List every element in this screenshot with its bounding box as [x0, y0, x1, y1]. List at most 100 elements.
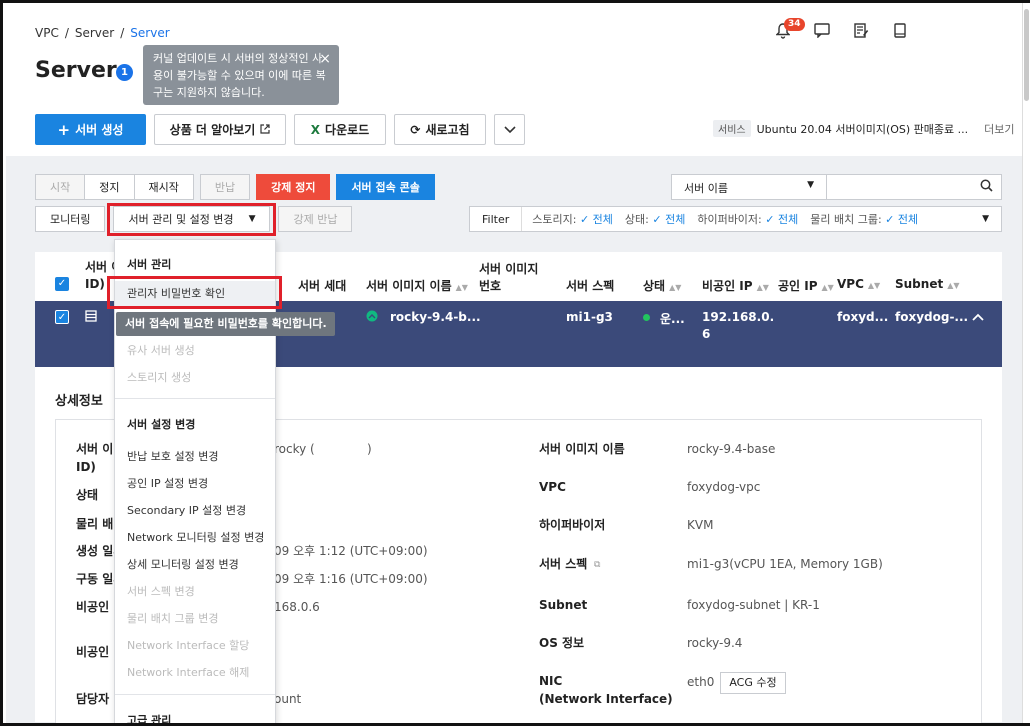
bell-icon[interactable]: 34 [773, 18, 805, 43]
excel-icon: X [310, 122, 321, 137]
filter-hypervisor-value: 전체 [777, 213, 799, 226]
notice-text[interactable]: Ubuntu 20.04 서버이미지(OS) 판매종료 ... [757, 121, 969, 137]
edit-note-icon[interactable] [851, 23, 871, 43]
breadcrumb-vpc[interactable]: VPC [35, 26, 59, 40]
page-title: Server [35, 58, 117, 83]
select-all-checkbox[interactable]: ✓ [55, 277, 69, 291]
menu-item-similar-server[interactable]: 유사 서버 생성 [127, 342, 195, 358]
download-button[interactable]: X 다운로드 [294, 114, 386, 145]
notice-more-link[interactable]: 더보기 [984, 121, 1014, 137]
close-icon[interactable]: × [319, 51, 331, 68]
col-server-gen[interactable]: 서버 세대 [298, 277, 346, 294]
sort-icon[interactable]: ▲▼ [669, 283, 681, 292]
main-toolbar: + 서버 생성 상품 더 알아보기 X 다운로드 ⟳ 새로고침 [35, 114, 525, 145]
menu-item-public-ip[interactable]: 공인 IP 설정 변경 [127, 475, 208, 491]
col-server-spec[interactable]: 서버 스펙 [566, 277, 614, 294]
menu-item-return-protect[interactable]: 반납 보호 설정 변경 [127, 448, 218, 464]
col-public-ip[interactable]: 공인 IP ▲▼ [778, 277, 834, 294]
return-button[interactable]: 반납 [199, 174, 251, 200]
detail-nic-label-1: NIC [539, 674, 563, 688]
book-icon[interactable] [890, 23, 910, 43]
refresh-button[interactable]: ⟳ 새로고침 [394, 114, 486, 145]
menu-item-nic-assign[interactable]: Network Interface 할당 [127, 637, 249, 653]
learn-more-button[interactable]: 상품 더 알아보기 [154, 114, 286, 145]
check-icon: ✓ [652, 213, 662, 226]
sort-icon[interactable]: ▲▼ [757, 283, 769, 292]
nic-name: eth0 [687, 675, 715, 689]
create-server-button[interactable]: + 서버 생성 [35, 114, 146, 145]
row-checkbox[interactable]: ✓ [55, 310, 69, 324]
col-vpc[interactable]: VPC ▲▼ [837, 277, 880, 291]
col-server-image[interactable]: 서버 이미지 이름 ▲▼ [366, 277, 468, 294]
menu-item-create-storage[interactable]: 스토리지 생성 [127, 369, 191, 385]
filter-status[interactable]: 상태: ✓ 전체 [625, 211, 685, 227]
sort-icon[interactable]: ▲▼ [868, 281, 880, 290]
os-logo-icon [366, 310, 378, 325]
filter-hypervisor[interactable]: 하이퍼바이저: ✓ 전체 [697, 211, 798, 227]
detail-image-value: rocky-9.4-base [687, 442, 776, 456]
sort-icon[interactable]: ▲▼ [822, 283, 834, 292]
caret-down-icon[interactable]: ▼ [982, 214, 989, 224]
menu-item-network-monitor[interactable]: Network 모니터링 설정 변경 [127, 529, 264, 545]
sort-icon[interactable]: ▲▼ [947, 281, 959, 290]
sort-icon[interactable]: ▲▼ [456, 283, 468, 292]
detail-private-ip-label: 비공인 I [76, 600, 118, 614]
info-count-badge[interactable]: 1 [116, 64, 133, 81]
manage-highlight-box [107, 203, 276, 236]
notice-tag: 서비스 [713, 120, 751, 137]
status-running-icon [643, 310, 650, 324]
menu-item-placement-change[interactable]: 물리 배치 그룹 변경 [127, 610, 218, 626]
breadcrumb: VPC / Server / Server [35, 26, 170, 40]
col-status-label: 상태 [643, 279, 666, 293]
col-private-ip[interactable]: 비공인 IP ▲▼ [702, 277, 769, 294]
menu-section-settings: 서버 설정 변경 [127, 418, 196, 431]
start-button[interactable]: 시작 [35, 174, 86, 200]
menu-item-spec-change[interactable]: 서버 스펙 변경 [127, 583, 195, 599]
col-status[interactable]: 상태 ▲▼ [643, 277, 681, 294]
server-icon [85, 310, 97, 325]
power-action-group: 시작 정지 재시작 반납 강제 정지 서버 접속 콘솔 [35, 174, 435, 200]
filter-items: 스토리지: ✓ 전체 상태: ✓ 전체 하이퍼바이저: ✓ 전체 물리 배치 그… [522, 211, 918, 227]
filter-bar[interactable]: Filter 스토리지: ✓ 전체 상태: ✓ 전체 하이퍼바이저: ✓ 전체 … [469, 206, 1002, 232]
detail-created-value: 09 오후 1:12 (UTC+09:00) [274, 544, 428, 558]
stop-button[interactable]: 정지 [84, 174, 135, 200]
filter-placement-label: 물리 배치 그룹: [810, 213, 882, 226]
scrollbar-thumb[interactable] [1024, 9, 1029, 101]
detail-server-name-label-2: ID) [76, 460, 96, 474]
force-return-button[interactable]: 강제 반납 [278, 206, 353, 232]
breadcrumb-server[interactable]: Server [75, 26, 114, 40]
vertical-scrollbar[interactable] [1022, 3, 1030, 723]
more-dropdown-button[interactable] [494, 114, 525, 145]
console-button[interactable]: 서버 접속 콘솔 [336, 174, 435, 200]
notification-badge: 34 [784, 18, 805, 31]
chevron-up-icon[interactable] [972, 310, 984, 324]
row-status: 운... [660, 312, 685, 326]
menu-item-nic-release[interactable]: Network Interface 해제 [127, 664, 249, 680]
learn-more-label: 상품 더 알아보기 [169, 123, 256, 137]
password-tooltip: 서버 접속에 필요한 비밀번호를 확인합니다. [116, 312, 335, 336]
filter-status-label: 상태: [624, 213, 649, 226]
detail-spec-value: mi1-g3(vCPU 1EA, Memory 1GB) [687, 557, 883, 571]
copy-icon[interactable]: ⧉ [594, 556, 600, 574]
filter-placement[interactable]: 물리 배치 그룹: ✓ 전체 [810, 211, 918, 227]
search-field-select[interactable]: 서버 이름 ▼ [671, 174, 827, 200]
filter-storage[interactable]: 스토리지: ✓ 전체 [532, 211, 613, 227]
search-input[interactable] [827, 174, 1002, 200]
row-private-ip-1: 192.168.0. [702, 310, 775, 324]
col-subnet[interactable]: Subnet ▲▼ [895, 277, 960, 291]
col-image-no[interactable]: 번호 [479, 277, 501, 294]
acg-edit-button[interactable]: ACG 수정 [720, 672, 786, 694]
col-image-no-top: 서버 이미지 [479, 262, 539, 276]
menu-item-secondary-ip[interactable]: Secondary IP 설정 변경 [127, 502, 246, 518]
force-stop-button[interactable]: 강제 정지 [256, 174, 331, 200]
search-icon[interactable] [980, 179, 993, 196]
col-server-id[interactable]: ID) [85, 277, 105, 291]
menu-section-server-manage: 서버 관리 [127, 258, 172, 271]
chevron-down-icon [503, 125, 516, 133]
chat-icon[interactable] [812, 23, 832, 43]
check-icon: ✓ [885, 213, 895, 226]
breadcrumb-current[interactable]: Server [130, 26, 169, 40]
monitoring-button[interactable]: 모니터링 [35, 206, 106, 232]
restart-button[interactable]: 재시작 [133, 174, 194, 200]
menu-item-detail-monitor[interactable]: 상세 모니터링 설정 변경 [127, 556, 239, 572]
